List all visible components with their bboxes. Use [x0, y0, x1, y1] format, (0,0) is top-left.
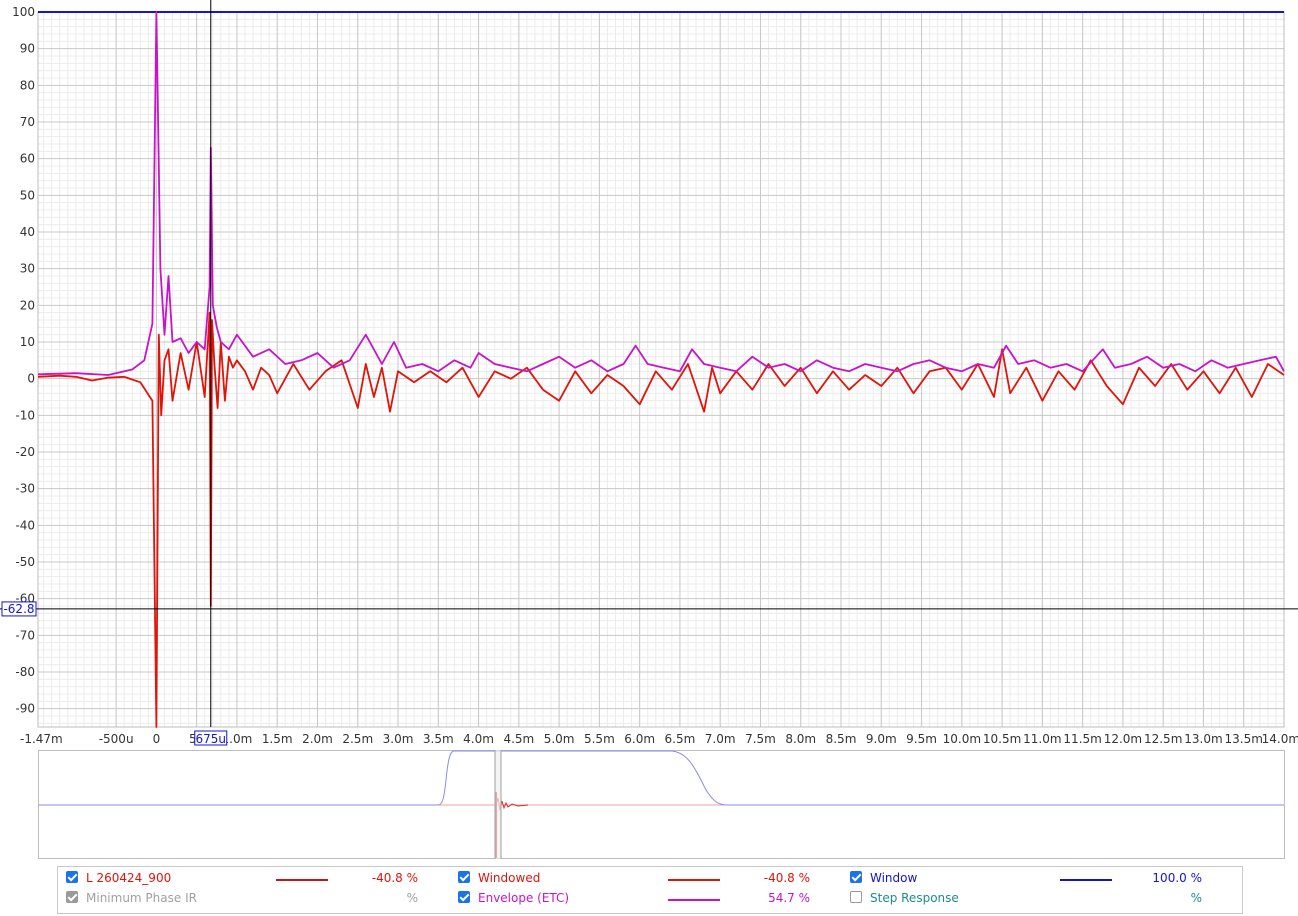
y-tick-label: -80 [15, 665, 35, 679]
cursor-x-readout: 675u [196, 732, 227, 746]
y-tick-label: 60 [20, 152, 35, 166]
window-checkbox[interactable] [850, 871, 862, 883]
y-tick-label: -50 [15, 555, 35, 569]
windowed-value: -40.8 % [763, 871, 810, 885]
x-tick-label: 10.5m [983, 732, 1021, 746]
step-response-checkbox[interactable] [850, 891, 862, 903]
minimum-phase-ir-value: % [406, 891, 418, 905]
x-tick-label: 6.5m [665, 732, 696, 746]
l-260424-900-swatch [276, 879, 328, 881]
overview-strip[interactable] [38, 750, 1285, 859]
y-tick-label: 0 [27, 372, 35, 386]
x-tick-label: 14.0ms [1262, 732, 1298, 746]
x-tick-label: 12.0m [1104, 732, 1142, 746]
envelope-etc-value: 54.7 % [768, 891, 810, 905]
x-tick-label: 11.5m [1063, 732, 1101, 746]
x-tick-label: 7.5m [745, 732, 776, 746]
x-tick-label: 10.0m [943, 732, 981, 746]
l-260424-900-checkbox[interactable] [66, 871, 78, 883]
y-tick-label: 40 [20, 225, 35, 239]
y-tick-label: 80 [20, 78, 35, 92]
window-value: 100.0 % [1152, 871, 1202, 885]
window-label: Window [870, 871, 918, 885]
windowed-label: Windowed [478, 871, 541, 885]
l-260424-900-value: -40.8 % [371, 871, 418, 885]
y-tick-label: -30 [15, 482, 35, 496]
x-tick-label: 2.5m [342, 732, 373, 746]
x-tick-label: 7.0m [705, 732, 736, 746]
legend-row-1: L 260424_900 -40.8 % Windowed -40.8 % Wi… [58, 869, 1242, 889]
x-tick-label: 4.0m [463, 732, 494, 746]
minimum-phase-ir-label: Minimum Phase IR [86, 891, 197, 905]
cursor-y-readout: -62.8 [3, 602, 34, 616]
impulse-response-plot[interactable]: 1009080706050403020100-10-20-30-40-50-60… [0, 0, 1298, 748]
step-response-value: % [1190, 891, 1202, 905]
x-tick-label: 5.5m [584, 732, 615, 746]
y-tick-label: 70 [20, 115, 35, 129]
y-tick-label: 20 [20, 298, 35, 312]
windowed-swatch [668, 879, 720, 881]
x-tick-label: 3.5m [423, 732, 454, 746]
l-260424-900-label: L 260424_900 [86, 871, 172, 885]
envelope-etc-label: Envelope (ETC) [478, 891, 570, 905]
y-tick-label: -40 [15, 518, 35, 532]
x-tick-label: 0 [153, 732, 161, 746]
y-tick-label: 10 [20, 335, 35, 349]
x-tick-label: 8.5m [826, 732, 857, 746]
legend-panel: L 260424_900 -40.8 % Windowed -40.8 % Wi… [57, 866, 1243, 914]
x-tick-label: 9.5m [906, 732, 937, 746]
x-tick-label: -1.47m [20, 732, 63, 746]
overview-view-marker [495, 750, 501, 859]
x-tick-label: 8.0m [785, 732, 816, 746]
x-tick-label: 13.0m [1184, 732, 1222, 746]
x-tick-label: 13.5m [1225, 732, 1263, 746]
step-response-label: Step Response [870, 891, 959, 905]
y-tick-label: 100 [12, 5, 35, 19]
x-tick-label: 9.0m [866, 732, 897, 746]
x-tick-label: 2.0m [302, 732, 333, 746]
legend-row-2: Minimum Phase IR % Envelope (ETC) 54.7 %… [58, 889, 1242, 909]
minimum-phase-ir-checkbox[interactable] [66, 891, 78, 903]
x-tick-label: 12.5m [1144, 732, 1182, 746]
y-tick-label: 90 [20, 42, 35, 56]
x-tick-label: 6.0m [624, 732, 655, 746]
envelope-etc-swatch [668, 899, 720, 901]
y-tick-label: -20 [15, 445, 35, 459]
x-tick-label: 4.5m [503, 732, 534, 746]
x-tick-label: 5.0m [544, 732, 575, 746]
x-tick-label: 3.0m [383, 732, 414, 746]
y-tick-label: -10 [15, 408, 35, 422]
envelope-etc-checkbox[interactable] [458, 891, 470, 903]
y-tick-label: -90 [15, 702, 35, 716]
window-swatch [1060, 879, 1112, 881]
x-tick-label: 1.5m [262, 732, 293, 746]
y-tick-label: 50 [20, 188, 35, 202]
windowed-checkbox[interactable] [458, 871, 470, 883]
x-tick-label: 11.0m [1023, 732, 1061, 746]
y-tick-label: 30 [20, 262, 35, 276]
y-tick-label: -70 [15, 628, 35, 642]
x-tick-label: -500u [99, 732, 134, 746]
